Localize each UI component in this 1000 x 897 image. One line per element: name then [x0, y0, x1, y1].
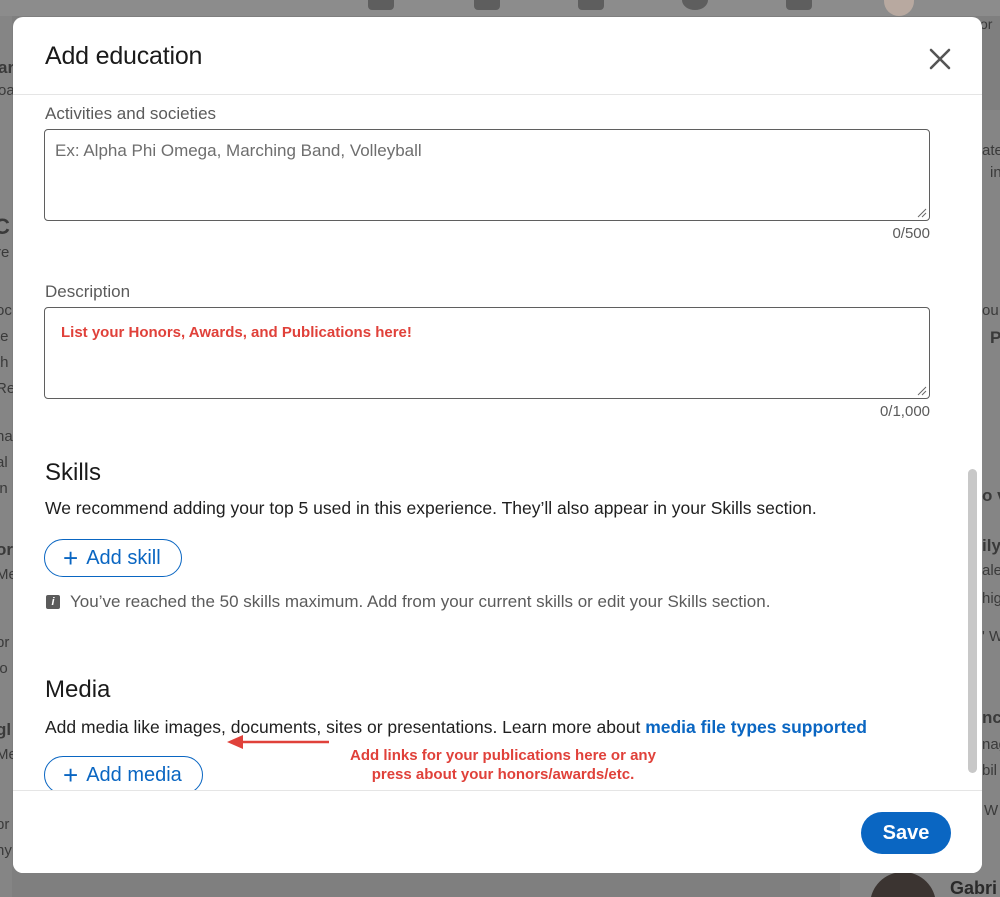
description-label: Description	[45, 282, 131, 301]
notifications-icon	[786, 0, 812, 10]
bg-snippet: br	[0, 634, 10, 651]
modal-title: Add education	[45, 42, 203, 70]
bg-snippet: ale	[982, 562, 1000, 579]
skills-info-text: You’ve reached the 50 skills maximum. Ad…	[70, 592, 771, 611]
bg-snippet: o v	[982, 486, 1000, 505]
media-file-types-link[interactable]: media file types supported	[645, 717, 867, 737]
description-annotation: List your Honors, Awards, and Publicatio…	[61, 324, 412, 341]
add-skill-button[interactable]: + Add skill	[44, 539, 182, 577]
media-annotation-line1: Add links for your publications here or …	[350, 747, 656, 764]
close-icon	[929, 48, 951, 70]
bg-snippet: br	[0, 816, 10, 833]
close-button[interactable]	[923, 42, 957, 76]
bg-snippet: ny	[0, 842, 12, 859]
resize-grip-icon[interactable]	[917, 208, 927, 218]
bg-snippet: ar	[0, 58, 15, 77]
bg-person-name: Gabri	[950, 878, 998, 897]
modal-header: Add education	[13, 17, 982, 95]
bg-snippet: bil	[982, 762, 998, 779]
bg-snippet: P	[990, 328, 1000, 347]
skills-description: We recommend adding your top 5 used in t…	[45, 498, 817, 518]
media-description: Add media like images, documents, sites …	[45, 717, 867, 738]
activities-textarea[interactable]: Ex: Alpha Phi Omega, Marching Band, Voll…	[44, 129, 930, 221]
bg-snippet: C	[0, 214, 10, 239]
media-description-text: Add media like images, documents, sites …	[45, 717, 646, 737]
activities-counter: 0/500	[892, 225, 930, 242]
network-icon	[474, 0, 500, 10]
activities-label: Activities and societies	[45, 104, 217, 123]
media-annotation-line2: press about your honors/awards/etc.	[371, 766, 635, 783]
plus-icon: +	[63, 760, 79, 790]
media-annotation: Add links for your publications here or …	[333, 746, 673, 784]
bg-snippet: ' W	[982, 628, 1000, 645]
background-top-nav	[0, 0, 1000, 16]
activities-placeholder: Ex: Alpha Phi Omega, Marching Band, Voll…	[55, 141, 422, 160]
modal-footer: Save	[13, 790, 982, 873]
add-education-modal: Add education Activities and societies E…	[13, 17, 982, 873]
bg-snippet: te	[0, 328, 9, 345]
skills-heading: Skills	[45, 459, 102, 486]
save-button[interactable]: Save	[861, 812, 951, 854]
bg-snippet: ou	[982, 302, 999, 319]
jobs-icon	[578, 0, 604, 10]
description-counter: 0/1,000	[879, 403, 930, 420]
bg-snippet: hig	[982, 590, 1000, 607]
plus-icon: +	[63, 543, 79, 573]
add-skill-label: Add skill	[86, 546, 161, 569]
annotation-arrow-icon	[227, 735, 329, 749]
add-media-button[interactable]: + Add media	[44, 756, 203, 790]
modal-body[interactable]: Activities and societies Ex: Alpha Phi O…	[13, 96, 982, 790]
bg-snippet: nc	[982, 708, 1000, 727]
bg-snippet: ily	[982, 536, 1000, 555]
bg-snippet: th	[0, 354, 9, 371]
add-media-label: Add media	[86, 763, 182, 786]
bg-snippet: gl	[0, 720, 12, 739]
bg-snippet: W	[984, 802, 999, 819]
bg-snippet: ate	[982, 142, 1000, 159]
scrollbar-thumb[interactable]	[968, 469, 977, 773]
bg-snippet: re	[0, 244, 10, 261]
info-icon: i	[46, 595, 60, 609]
bg-snippet: in	[0, 480, 8, 497]
bg-snippet: in	[990, 164, 1000, 181]
home-icon	[368, 0, 394, 10]
skills-info: i You’ve reached the 50 skills maximum. …	[46, 592, 770, 612]
media-heading: Media	[45, 676, 111, 703]
bg-snippet: al	[0, 454, 8, 471]
bg-snippet: or	[0, 540, 13, 559]
bg-snippet: oc	[0, 302, 12, 319]
bg-snippet: ha	[0, 428, 13, 445]
resize-grip-icon[interactable]	[917, 386, 927, 396]
bg-snippet: nag	[982, 736, 1000, 753]
description-textarea[interactable]: List your Honors, Awards, and Publicatio…	[44, 307, 930, 399]
bg-snippet: lo	[0, 660, 8, 677]
